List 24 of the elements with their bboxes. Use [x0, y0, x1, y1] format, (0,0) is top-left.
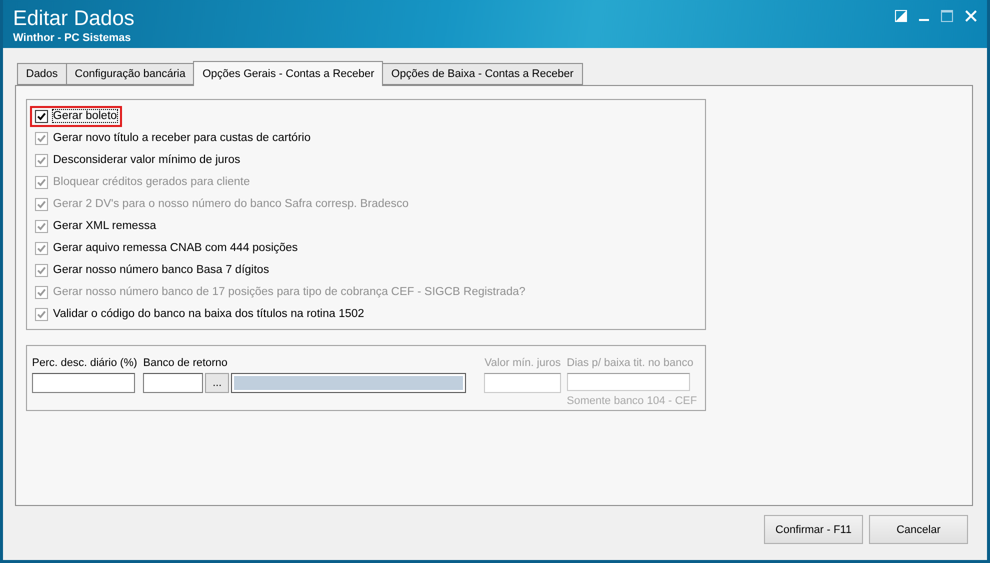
field-label: Perc. desc. diário (%) [32, 356, 138, 370]
checkbox-label: Gerar aquivo remessa CNAB com 444 posições [53, 242, 298, 254]
confirm-button[interactable]: Confirmar - F11 [764, 515, 863, 544]
checkbox-label: Gerar XML remessa [53, 220, 156, 232]
checkbox-label: Gerar 2 DV's para o nosso número do banco Safra corresp. Bradesco [53, 198, 409, 210]
tab[interactable]: Dados [17, 63, 67, 85]
checkbox-label: Gerar boleto [53, 110, 117, 122]
field-note: Somente banco 104 - CEF [566, 394, 697, 408]
checkbox-label: Bloquear créditos gerados para cliente [53, 176, 250, 188]
checkbox-label: Gerar novo título a receber para custas de cartório [53, 132, 311, 144]
tab[interactable]: Opções Gerais - Contas a Receber [193, 61, 384, 86]
browse-button[interactable]: ... [205, 373, 230, 393]
field-label: Valor mín. juros [484, 356, 561, 370]
checkbox-label: Gerar nosso número banco de 17 posições para tipo de cobrança CEF - SIGCB Registrada? [53, 286, 526, 298]
checkbox-label: Gerar nosso número banco Basa 7 dígitos [53, 264, 270, 276]
tab[interactable]: Opções de Baixa - Contas a Receber [382, 63, 583, 85]
window-title: Editar Dados [13, 6, 134, 32]
checkbox-label: Desconsiderar valor mínimo de juros [53, 154, 240, 166]
checkbox-label: Validar o código do banco na baixa dos títulos na rotina 1502 [53, 308, 364, 320]
cancel-button[interactable]: Cancelar [869, 515, 968, 544]
field-label: Dias p/ baixa tit. no banco [566, 356, 694, 370]
tab[interactable]: Configuração bancária [66, 63, 194, 85]
field-label: Banco de retorno [143, 356, 229, 370]
window-subtitle: Winthor - PC Sistemas [13, 32, 132, 44]
